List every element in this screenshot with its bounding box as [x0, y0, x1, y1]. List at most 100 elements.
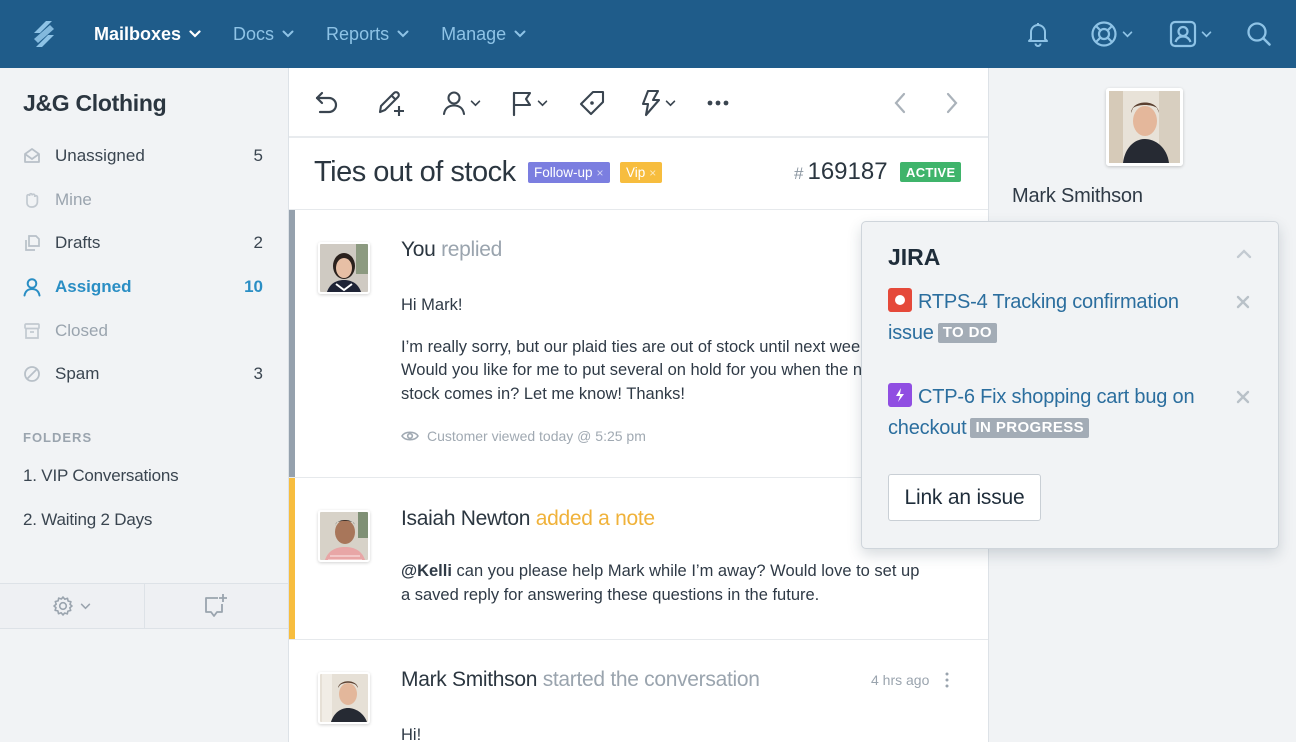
folder-count: 5 [253, 145, 263, 165]
issue-title: RTPS-4 Tracking confirmation [918, 291, 1179, 313]
folder-label: Closed [55, 320, 108, 340]
thread-type-bar [289, 478, 295, 639]
folder-list: Unassigned 5 Mine Drafts 2 Assigned 10 C… [0, 134, 288, 396]
next-conversation-button[interactable] [945, 86, 959, 120]
issue-status-badge: TO DO [937, 323, 997, 343]
close-icon [1236, 390, 1250, 404]
jira-issue-ctp-6[interactable]: CTP-6 Fix shopping cart bug on checkout I… [888, 382, 1228, 444]
jira-issue-rtps-4[interactable]: RTPS-4 Tracking confirmation issue TO DO [888, 287, 1228, 349]
chevron-down-icon [514, 30, 526, 38]
conversation-subject[interactable]: Ties out of stock [314, 156, 516, 189]
customer-avatar [1106, 88, 1183, 166]
chevron-down-icon [537, 99, 548, 106]
link-issue-button[interactable]: Link an issue [888, 474, 1041, 521]
thread-action: started the conversation [542, 668, 760, 691]
mention[interactable]: @Kelli [401, 562, 452, 580]
folder-spam[interactable]: Spam 3 [0, 352, 288, 396]
thread-author: Isaiah Newton [401, 507, 531, 530]
folder-unassigned[interactable]: Unassigned 5 [0, 134, 288, 178]
archive-icon [22, 321, 42, 341]
nav-right-icons [1026, 0, 1296, 68]
more-button[interactable] [706, 86, 730, 120]
folder-mine[interactable]: Mine [0, 178, 288, 222]
unlink-issue-button[interactable] [1236, 390, 1250, 409]
assign-button[interactable] [441, 86, 481, 120]
lifebuoy-icon[interactable] [1090, 0, 1133, 68]
folder-closed[interactable]: Closed [0, 309, 288, 353]
new-conversation-button[interactable] [145, 584, 289, 628]
remove-tag-icon[interactable]: × [597, 166, 604, 180]
folder-label: Assigned [55, 276, 132, 296]
mailbox-name[interactable]: J&G Clothing [23, 90, 167, 117]
lightning-issue-type-icon [888, 383, 912, 407]
collapse-button[interactable] [1236, 246, 1252, 264]
folder-drafts[interactable]: Drafts 2 [0, 221, 288, 265]
nav-mailboxes[interactable]: Mailboxes [78, 0, 217, 68]
issue-title-cont: issue [888, 322, 934, 344]
folder-count: 3 [253, 364, 263, 384]
viewed-status: Customer viewed today @ 5:25 pm [401, 428, 646, 444]
tag-label: Follow-up [534, 165, 593, 180]
chevron-down-icon [665, 99, 676, 106]
add-note-button[interactable] [375, 86, 407, 120]
sidebar: J&G Clothing Unassigned 5 Mine Drafts 2 [0, 68, 289, 742]
custom-folder-vip[interactable]: 1. VIP Conversations [23, 466, 179, 486]
body-line: @Kelli can you please help Mark while I’… [401, 560, 919, 584]
tag-vip[interactable]: Vip × [620, 162, 663, 183]
remove-tag-icon[interactable]: × [649, 166, 656, 180]
body-text: can you please help Mark while I’m away?… [451, 562, 920, 580]
bell-icon[interactable] [1026, 0, 1052, 68]
folder-count: 10 [244, 276, 263, 296]
reply-button[interactable] [313, 86, 341, 120]
chevron-down-icon [81, 603, 91, 609]
next-icon [946, 92, 958, 114]
new-conversation-icon [205, 594, 228, 617]
person-icon [22, 277, 42, 297]
more-icon [707, 100, 729, 106]
status-badge[interactable]: ACTIVE [900, 162, 962, 182]
thread-body: @Kelli can you please help Mark while I’… [401, 560, 919, 607]
helpscout-logo-icon[interactable] [24, 17, 64, 51]
search-icon[interactable] [1246, 0, 1272, 68]
status-button[interactable] [510, 86, 548, 120]
folder-count: 2 [253, 233, 263, 253]
customer-name[interactable]: Mark Smithson [1012, 185, 1143, 208]
tag-button[interactable] [578, 86, 606, 120]
unlink-issue-button[interactable] [1236, 295, 1250, 314]
chevron-down-icon [470, 99, 481, 106]
conversation-toolbar [289, 68, 988, 138]
nav-reports-label: Reports [326, 23, 390, 44]
user-profile-icon[interactable] [1169, 0, 1212, 68]
body-line: a saved reply for answering these questi… [401, 585, 820, 604]
reply-icon [315, 91, 338, 114]
hand-icon [22, 190, 42, 210]
conversation-number: #169187 [794, 158, 888, 186]
jira-title: JIRA [888, 244, 941, 270]
nav-docs[interactable]: Docs [217, 0, 310, 68]
nav-manage[interactable]: Manage [425, 0, 542, 68]
thread-type-bar [289, 210, 295, 477]
thread-options-button[interactable] [945, 672, 949, 693]
nav-reports[interactable]: Reports [310, 0, 425, 68]
custom-folder-waiting[interactable]: 2. Waiting 2 Days [23, 510, 152, 530]
thread-body: Hi Mark! I’m really sorry, but our plaid… [401, 294, 862, 406]
nav-docs-label: Docs [233, 23, 275, 44]
envelope-open-icon [22, 146, 42, 166]
tag-follow-up[interactable]: Follow-up × [528, 162, 610, 183]
nav-manage-label: Manage [441, 23, 507, 44]
chevron-down-icon [1122, 30, 1133, 37]
eye-icon [401, 431, 419, 441]
previous-conversation-button[interactable] [893, 86, 907, 120]
kebab-menu-icon [945, 672, 949, 688]
folder-label: Drafts [55, 233, 101, 253]
issue-title: CTP-6 Fix shopping cart bug on [918, 386, 1195, 408]
hash-symbol: # [794, 164, 804, 183]
conversation-header: Ties out of stock Follow-up × Vip × #169… [289, 138, 988, 210]
body-line: Hi! [401, 726, 422, 742]
settings-button[interactable] [0, 584, 145, 628]
folder-assigned[interactable]: Assigned 10 [0, 265, 288, 309]
workflow-button[interactable] [640, 86, 676, 120]
avatar [318, 242, 370, 294]
thread-author: Mark Smithson [401, 668, 538, 691]
issue-status-badge: IN PROGRESS [970, 418, 1090, 438]
